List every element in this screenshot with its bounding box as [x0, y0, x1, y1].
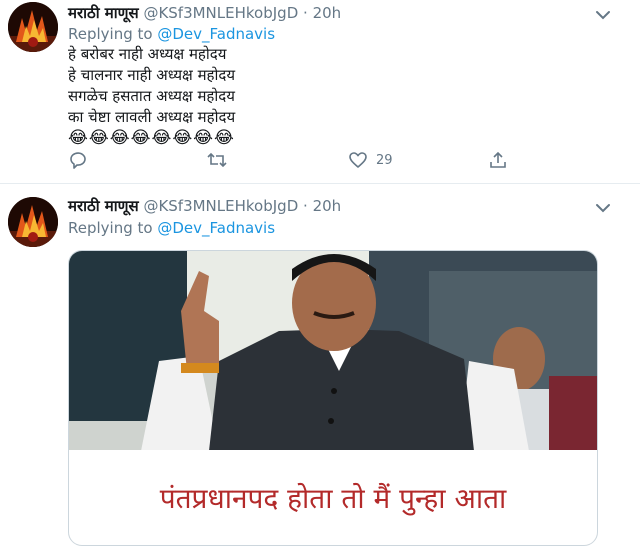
avatar[interactable]	[8, 197, 58, 247]
tweet-media-image[interactable]: पंतप्रधानपद होता तो मैं पुन्हा आता	[68, 250, 598, 546]
caret-down-icon[interactable]	[592, 197, 614, 219]
display-name[interactable]: मराठी माणूस	[68, 4, 139, 22]
reply-icon	[70, 152, 86, 169]
media-caption: पंतप्रधानपद होता तो मैं पुन्हा आता	[159, 481, 507, 515]
replying-label: Replying to	[68, 25, 153, 43]
tweet[interactable]: मराठी माणूस @KSf3MNLEHkobJgD · 20h Reply…	[0, 184, 640, 551]
display-name[interactable]: मराठी माणूस	[68, 197, 139, 215]
replying-label: Replying to	[68, 219, 153, 237]
tweet-text: हे बरोबर नाही अध्यक्ष महोदय हे चालनार ना…	[68, 44, 235, 149]
user-handle[interactable]: @KSf3MNLEHkobJgD	[143, 4, 298, 22]
share-button[interactable]	[488, 150, 508, 170]
like-count: 29	[376, 152, 393, 168]
retweet-icon	[207, 152, 227, 168]
tweet-header: मराठी माणूस @KSf3MNLEHkobJgD · 20h	[68, 3, 341, 23]
replying-to: Replying to @Dev_Fadnavis	[68, 24, 275, 44]
reply-button[interactable]	[68, 150, 88, 170]
tweet[interactable]: मराठी माणूस @KSf3MNLEHkobJgD · 20h Reply…	[0, 0, 640, 184]
emoji-line: 😂😂😂😂😂😂😂😂	[68, 128, 235, 148]
retweet-button[interactable]	[206, 150, 228, 170]
replying-handle-link[interactable]: @Dev_Fadnavis	[157, 25, 275, 43]
replying-to: Replying to @Dev_Fadnavis	[68, 218, 275, 238]
tweet-line: हे बरोबर नाही अध्यक्ष महोदय	[68, 45, 227, 63]
avatar[interactable]	[8, 2, 58, 52]
like-icon	[349, 152, 367, 168]
separator: ·	[303, 4, 308, 22]
photo-illustration	[69, 251, 597, 451]
media-caption-box: पंतप्रधानपद होता तो मैं पुन्हा आता	[69, 450, 597, 545]
timestamp[interactable]: 20h	[313, 197, 342, 215]
tweet-line: का चेष्टा लावली अध्यक्ष महोदय	[68, 108, 236, 126]
share-icon	[490, 151, 506, 168]
caret-down-icon[interactable]	[592, 4, 614, 26]
replying-handle-link[interactable]: @Dev_Fadnavis	[157, 219, 275, 237]
tweet-line: हे चालनार नाही अध्यक्ष महोदय	[68, 66, 236, 84]
tweet-actions: 29	[68, 150, 528, 174]
timestamp[interactable]: 20h	[313, 4, 342, 22]
tweet-line: सगळेच हसतात अध्यक्ष महोदय	[68, 87, 235, 105]
tweet-header: मराठी माणूस @KSf3MNLEHkobJgD · 20h	[68, 196, 341, 216]
separator: ·	[303, 197, 308, 215]
user-handle[interactable]: @KSf3MNLEHkobJgD	[143, 197, 298, 215]
like-button[interactable]: 29	[348, 150, 393, 170]
